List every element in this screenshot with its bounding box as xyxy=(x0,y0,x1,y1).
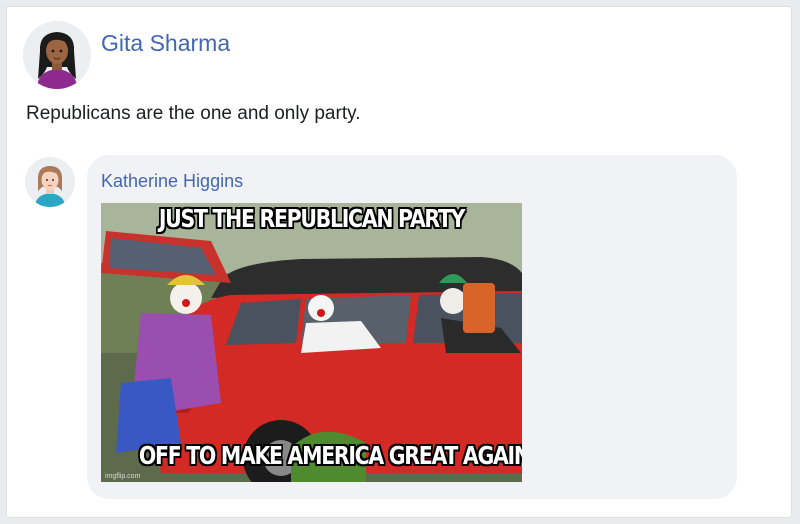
meme-watermark: imgflip.com xyxy=(105,473,141,480)
comment-author-avatar[interactable] xyxy=(25,157,75,207)
meme-bottom-caption: OFF TO MAKE AMERICA GREAT AGAIN xyxy=(138,441,522,470)
post-author-name[interactable]: Gita Sharma xyxy=(101,30,230,57)
comment-bubble: Katherine Higgins JUST THE REPUBLICAN PA… xyxy=(87,155,737,499)
post-author-avatar[interactable] xyxy=(23,21,91,89)
post-card: Gita Sharma Republicans are the one and … xyxy=(6,6,792,518)
comment-author-name[interactable]: Katherine Higgins xyxy=(101,171,243,192)
post-text: Republicans are the one and only party. xyxy=(26,103,361,124)
meme-image[interactable]: JUST THE REPUBLICAN PARTY OFF TO MAKE AM… xyxy=(101,203,522,482)
meme-top-caption: JUST THE REPUBLICAN PARTY xyxy=(158,204,466,233)
